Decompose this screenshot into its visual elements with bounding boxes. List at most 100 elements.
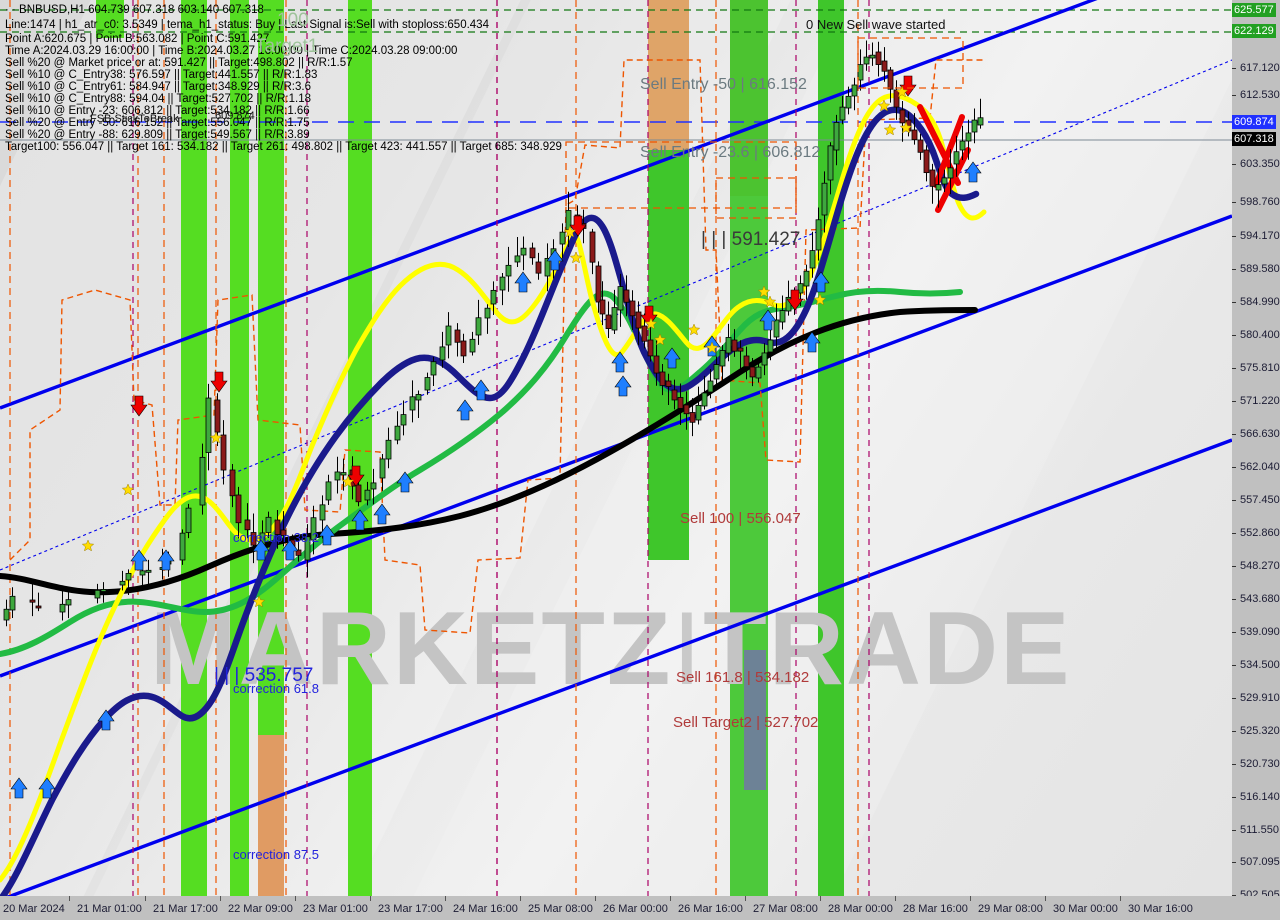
- time-tick-mark: [670, 896, 671, 901]
- candle-body: [379, 458, 386, 479]
- annotation-sell-target2: Sell Target2 | 527.702: [673, 714, 819, 731]
- info-line-4: Sell %10 @ C_Entry38: 576.597 || Target:…: [5, 69, 318, 81]
- candle-body: [617, 286, 624, 311]
- candle-body: [370, 482, 377, 490]
- candle-body: [415, 394, 422, 401]
- time-axis[interactable]: 20 Mar 2024 21 Mar 01:00 21 Mar 17:00 22 Ma…: [0, 896, 1280, 920]
- time-tick-mark: [295, 896, 296, 901]
- candle-body: [671, 389, 678, 401]
- channel-lower: [5, 438, 1232, 896]
- candle-body: [845, 95, 852, 109]
- candle-body: [815, 219, 822, 251]
- time-tick-mark: [145, 896, 146, 901]
- candle-body: [514, 255, 521, 263]
- annotation-point-c: | | | 591.427: [701, 229, 801, 250]
- price-tick-mark: [1232, 797, 1236, 798]
- candle-body: [595, 265, 602, 303]
- candle-body: [779, 310, 786, 323]
- candle-body: [499, 276, 506, 291]
- signal-star-icon: [209, 431, 223, 444]
- time-tick-label: 20 Mar 2024: [3, 903, 65, 915]
- candle-body: [445, 325, 452, 346]
- candle-body: [887, 69, 894, 90]
- info-line-9: Sell %20 @ Entry -88: 629.809 || Target:…: [5, 129, 310, 141]
- time-tick-label: 28 Mar 16:00: [903, 903, 968, 915]
- price-tick-mark: [1232, 335, 1236, 336]
- annotation-sell-entry-236: Sell Entry -23.6 | 606.812: [640, 144, 821, 161]
- price-badge: 622.129: [1232, 24, 1276, 38]
- candle-body: [833, 122, 840, 151]
- price-tick-label: 516.140: [1240, 791, 1280, 803]
- price-tick-label: 589.580: [1240, 263, 1280, 275]
- candle-body: [235, 494, 242, 524]
- fractal-box: [715, 177, 797, 219]
- price-badge: 609.874: [1232, 115, 1276, 129]
- time-tick-label: 29 Mar 08:00: [978, 903, 1043, 915]
- candle-body: [145, 569, 152, 573]
- price-axis[interactable]: 625.577 622.129 617.120 612.530 609.874 607.3…: [1232, 0, 1280, 901]
- time-tick-mark: [370, 896, 371, 901]
- candle-body: [439, 346, 446, 361]
- candle-body: [743, 355, 750, 368]
- price-tick-label: 612.530: [1240, 89, 1280, 101]
- candle-body: [977, 117, 984, 126]
- candle-body: [35, 605, 42, 609]
- time-tick-mark: [1120, 896, 1121, 901]
- candle-body: [659, 371, 666, 386]
- chart-plot-area[interactable]: MARKETZITRADE · · BNBUSD,H1 604.739 607.…: [0, 0, 1232, 896]
- fsb-sticktobreak-value: 609.874: [215, 110, 255, 122]
- candle-body: [460, 340, 467, 357]
- candle-body: [881, 60, 888, 72]
- price-tick-mark: [1232, 368, 1236, 369]
- candle-body: [229, 469, 236, 497]
- candle-body: [941, 177, 948, 185]
- symbol-header: · · BNBUSD,H1 604.739 607.318 603.140 60…: [5, 4, 264, 16]
- candle-body: [185, 507, 192, 533]
- annotation-new-sell-wave: 0 New Sell wave started: [806, 17, 946, 32]
- candle-body: [761, 352, 768, 366]
- time-tick-mark: [69, 896, 70, 901]
- candle-body: [623, 289, 630, 303]
- annotation-target100-watermark: 100: [277, 10, 309, 31]
- candle-body: [535, 261, 542, 274]
- candle-body: [851, 84, 858, 97]
- time-tick-label: 25 Mar 08:00: [528, 903, 593, 915]
- sell-arrow-icon: [210, 371, 228, 393]
- candle-body: [683, 404, 690, 415]
- buy-arrow-icon: [373, 503, 391, 525]
- price-tick-mark: [1232, 698, 1236, 699]
- candle-body: [139, 570, 146, 576]
- price-tick-label: 520.730: [1240, 758, 1280, 770]
- candle-body: [589, 231, 596, 263]
- time-tick-mark: [895, 896, 896, 901]
- time-tick-mark: [1045, 896, 1046, 901]
- time-tick-label: 23 Mar 17:00: [378, 903, 443, 915]
- time-tick-label: 28 Mar 00:00: [828, 903, 893, 915]
- candle-body: [893, 89, 900, 108]
- price-tick-label: 507.095: [1240, 856, 1280, 868]
- time-tick-mark: [745, 896, 746, 901]
- info-line-1: Point A:620.675 | Point B:563.082 | Poin…: [5, 33, 270, 45]
- price-tick-mark: [1232, 95, 1236, 96]
- candle-body: [220, 434, 227, 471]
- price-tick-mark: [1232, 434, 1236, 435]
- candle-body: [947, 167, 954, 179]
- candle-body: [605, 314, 612, 329]
- info-line-10: Target100: 556.047 || Target 161: 534.18…: [5, 141, 562, 153]
- candle-body: [929, 169, 936, 187]
- price-tick-mark: [1232, 830, 1236, 831]
- candle-body: [863, 56, 870, 65]
- price-tick-mark: [1232, 764, 1236, 765]
- candle-body: [179, 532, 186, 561]
- candle-body: [731, 339, 738, 352]
- price-tick-label: 534.500: [1240, 659, 1280, 671]
- candle-body: [400, 414, 407, 426]
- candle-body: [65, 599, 72, 606]
- price-tick-label: 557.450: [1240, 494, 1280, 506]
- candle-body: [325, 481, 332, 501]
- candle-body: [647, 339, 654, 357]
- candle-body: [857, 64, 864, 81]
- candle-body: [214, 399, 221, 433]
- buy-arrow-icon: [157, 549, 175, 571]
- price-tick-label: 598.760: [1240, 196, 1280, 208]
